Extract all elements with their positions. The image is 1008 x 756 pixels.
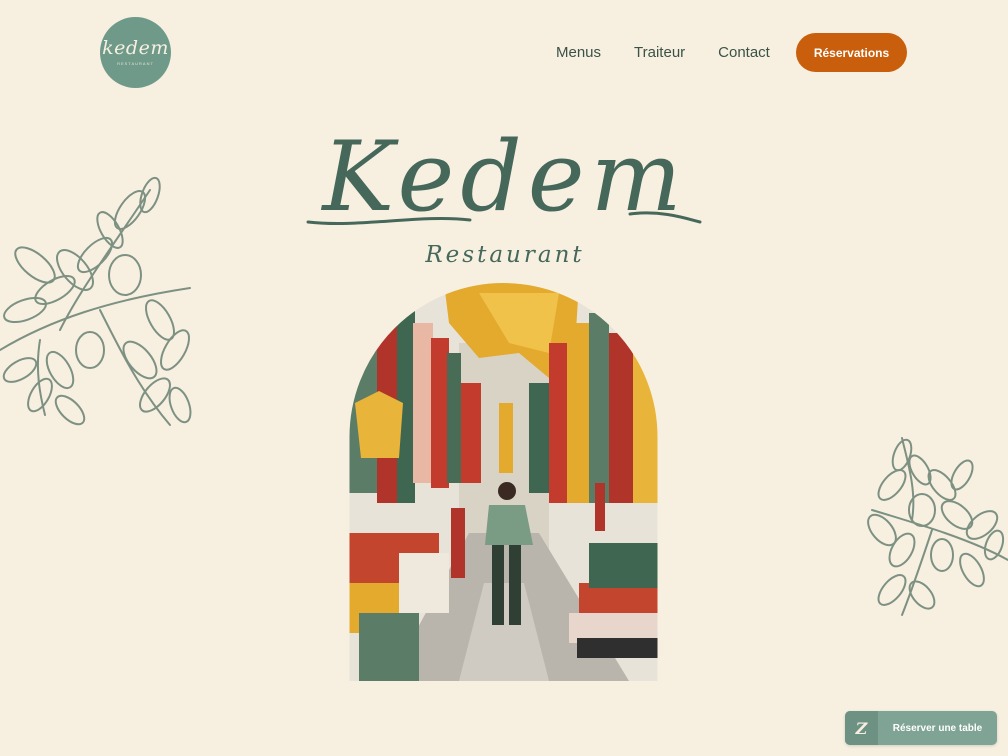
hero-title: Kedem [306,121,702,233]
z-icon: Z [845,711,878,745]
page: kedem RESTAURANT Menus Traiteur Contact … [0,0,1008,756]
reserve-table-label: Réserver une table [892,722,983,734]
reservations-button[interactable]: Réservations [796,33,907,72]
main-nav: Menus Traiteur Contact [556,44,770,61]
hero-subtitle: Restaurant [424,242,584,268]
market-street-illustration [349,283,658,681]
hero-title-text: Kedem [320,121,687,233]
nav-item-contact[interactable]: Contact [718,44,770,61]
reserve-table-widget[interactable]: Z Réserver une table [845,711,997,745]
logo[interactable]: kedem RESTAURANT [100,17,171,88]
logo-subtext: RESTAURANT [117,61,154,66]
right-branch-illustration [867,437,1008,616]
left-branch-illustration [0,176,192,426]
hero-subtitle-text: Restaurant [424,242,584,268]
nav-item-menus[interactable]: Menus [556,44,601,61]
nav-item-traiteur[interactable]: Traiteur [634,44,685,61]
logo-wordmark: kedem [102,37,169,59]
